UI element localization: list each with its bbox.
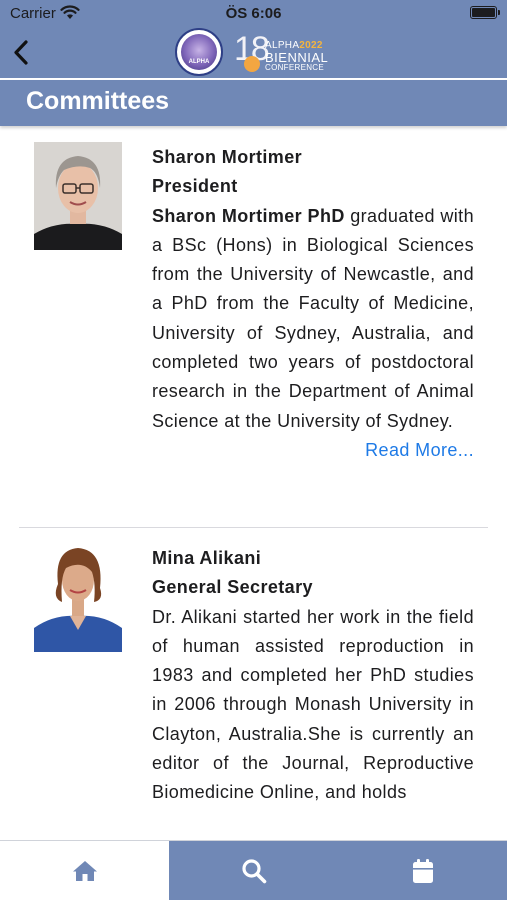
conference-seal-logo: ALPHA — [175, 28, 223, 76]
conference-brand-logo: 18 ALPHA2022 BIENNIAL CONFERENCE — [234, 28, 334, 76]
member-details: Sharon Mortimer President Sharon Mortime… — [152, 143, 474, 465]
member-role: General Secretary — [152, 577, 313, 598]
read-more-link[interactable]: Read More... — [152, 436, 474, 465]
status-bar: Carrier ÖS 6:06 — [0, 0, 507, 28]
member-photo — [34, 142, 122, 250]
tab-search[interactable] — [169, 841, 338, 900]
member-bio: Dr. Alikani started her work in the fiel… — [152, 606, 474, 803]
member-bio: Sharon Mortimer PhD graduated with a BSc… — [152, 205, 474, 431]
battery-fill — [472, 8, 495, 17]
member-name: Sharon Mortimer — [152, 147, 303, 167]
list-item: Sharon Mortimer President Sharon Mortime… — [0, 127, 507, 527]
tab-home[interactable] — [0, 841, 169, 900]
member-name: Mina Alikani — [152, 548, 262, 568]
battery-icon — [470, 6, 500, 19]
navigation-bar: ALPHA 18 ALPHA2022 BIENNIAL CONFERENCE — [0, 28, 507, 78]
calendar-icon — [412, 859, 433, 883]
committee-list[interactable]: Sharon Mortimer President Sharon Mortime… — [0, 127, 507, 839]
page-title-bar: Committees — [0, 80, 507, 126]
member-photo — [34, 544, 122, 652]
page-title: Committees — [26, 87, 170, 115]
member-details: Mina Alikani General Secretary Dr. Alika… — [152, 544, 474, 808]
clock: ÖS 6:06 — [225, 5, 282, 22]
member-role: President — [152, 176, 238, 197]
tab-calendar[interactable] — [338, 841, 507, 900]
list-item: Mina Alikani General Secretary Dr. Alika… — [0, 528, 507, 839]
search-icon — [241, 859, 266, 884]
back-button[interactable] — [8, 36, 38, 70]
logo-line-3: CONFERENCE — [265, 63, 325, 72]
tab-bar — [0, 840, 507, 900]
home-icon — [72, 861, 97, 881]
chevron-left-icon — [14, 40, 28, 65]
